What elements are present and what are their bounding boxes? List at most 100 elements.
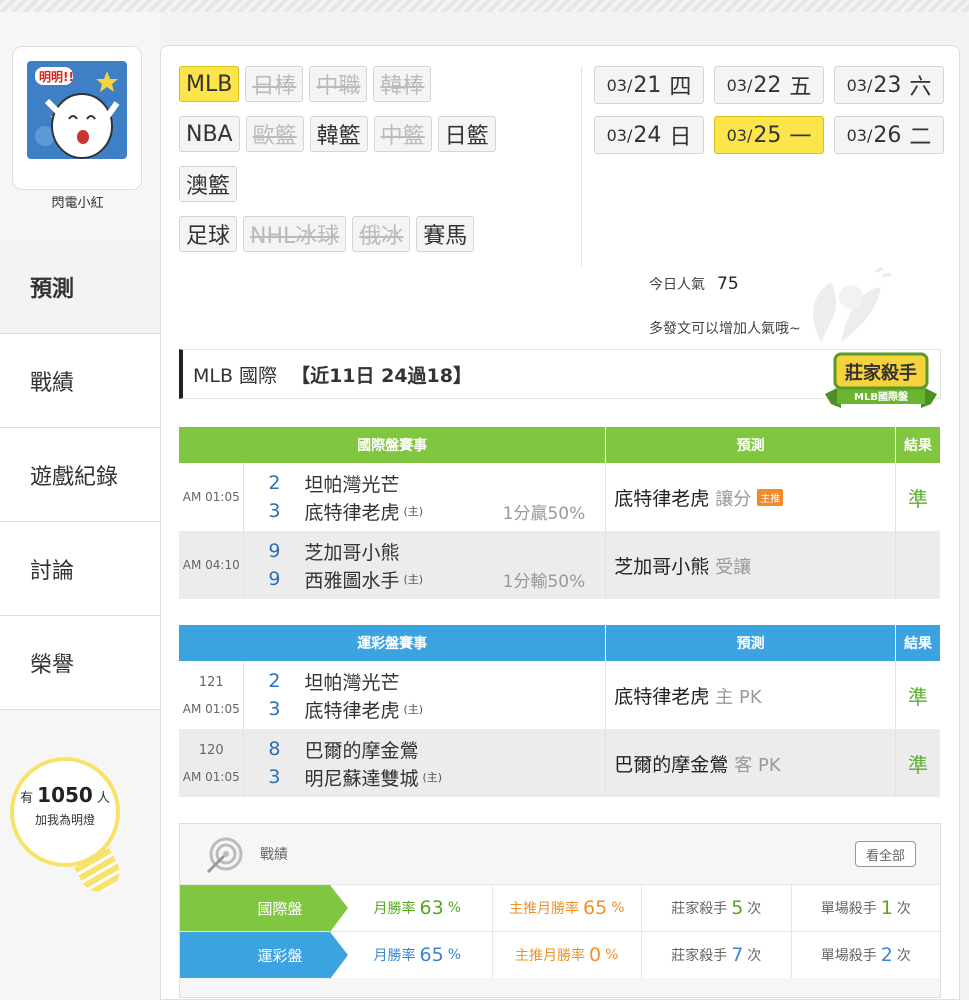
lottery-header-games: 運彩盤賽事: [179, 625, 607, 661]
month-label: 月勝率: [373, 901, 416, 917]
date-weekday: 四: [669, 75, 692, 100]
follow-bulb-button[interactable]: 有 1050 人 加我為明燈: [10, 757, 120, 867]
top-label: 主推月勝率: [515, 948, 586, 964]
league-filter-chip[interactable]: 澳籃: [179, 166, 238, 202]
game-time-cell: 121 AM 01:05: [179, 661, 245, 729]
away-score: 8: [268, 738, 281, 760]
menu-item-prediction[interactable]: 預測: [0, 240, 160, 334]
league-filter-chip: 日棒: [245, 66, 304, 102]
league-filter-chip[interactable]: MLB: [179, 66, 240, 102]
date-month: 03/: [846, 75, 873, 95]
single-value: 1: [880, 897, 893, 919]
section-league: MLB 國際: [193, 364, 278, 387]
side-menu: 預測 戰績 遊戲紀錄 討論 榮譽: [0, 240, 160, 710]
home-team[interactable]: 底特律老虎: [304, 498, 399, 525]
away-line: 2 坦帕灣光芒: [244, 469, 605, 497]
fairy-decoration-icon: [813, 266, 892, 342]
date-month: 03/: [726, 75, 753, 95]
result-cell: 準: [895, 729, 941, 797]
top-label: 主推月勝率: [509, 901, 579, 917]
date-day: 25: [753, 122, 782, 148]
pct: %: [447, 947, 461, 963]
league-filters: MLB 日棒 中職 韓棒 NBA 歐籃 韓籃 中籃 日籃 澳籃 足球 NHL冰球 俄冰 賽馬: [179, 66, 579, 266]
game-time-cell: AM 04:10: [179, 531, 245, 599]
menu-item-record[interactable]: 戰績: [0, 334, 160, 428]
times: 次: [896, 948, 911, 964]
popularity: 今日人氣 75: [649, 274, 739, 294]
month-label: 月勝率: [373, 948, 416, 964]
home-team[interactable]: 西雅圖水手: [304, 566, 399, 593]
pct: %: [611, 900, 625, 916]
prediction-team: 巴爾的摩金鶯: [614, 753, 729, 776]
result-cell: 準: [895, 463, 941, 531]
view-all-button[interactable]: 看全部: [854, 841, 916, 867]
date-button[interactable]: 03/26 二: [834, 116, 944, 154]
month-value: 65: [419, 944, 444, 966]
menu-item-game-log[interactable]: 遊戲紀錄: [0, 428, 160, 522]
avatar-card[interactable]: 明明!!: [12, 46, 142, 190]
fans-count: 1050: [37, 783, 93, 807]
menu-item-honor[interactable]: 榮譽: [0, 616, 160, 710]
league-filter-chip[interactable]: 韓籃: [309, 116, 368, 152]
game-time: AM 01:05: [182, 769, 240, 784]
intl-header-games: 國際盤賽事: [179, 427, 607, 463]
away-line: 9 芝加哥小熊: [244, 537, 605, 565]
home-mark: (主): [403, 703, 424, 716]
away-team[interactable]: 坦帕灣光芒: [304, 668, 399, 695]
home-line: 3 明尼蘇達雙城 (主): [244, 763, 605, 791]
away-team[interactable]: 巴爾的摩金鶯: [304, 736, 418, 763]
away-score: 2: [268, 670, 281, 692]
month-win-rate: 月勝率 65%: [330, 932, 492, 978]
home-team[interactable]: 底特律老虎: [304, 696, 399, 723]
league-filter-chip[interactable]: 賽馬: [416, 216, 475, 252]
badge-title: 莊家殺手: [845, 362, 917, 384]
date-day: 23: [873, 72, 902, 98]
league-filter-chip[interactable]: 足球: [179, 216, 238, 252]
league-filter-chip[interactable]: 日籃: [437, 116, 496, 152]
home-team[interactable]: 明尼蘇達雙城: [304, 764, 418, 791]
section-record: 【近11日 24過18】: [291, 364, 472, 387]
league-filter-chip[interactable]: NBA: [179, 116, 240, 152]
top-pick-win-rate: 主推月勝率 65%: [491, 885, 642, 931]
intl-header-result: 結果: [895, 427, 941, 463]
username[interactable]: 閃電小紅: [0, 192, 155, 211]
times: 次: [747, 948, 762, 964]
fans-prefix: 有: [20, 791, 34, 806]
away-team[interactable]: 芝加哥小熊: [304, 538, 399, 565]
menu-item-discussion[interactable]: 討論: [0, 522, 160, 616]
date-selector: 03/21 四 03/22 五 03/23 六 03/24 日 03/25 一 03/26 二: [594, 66, 954, 154]
away-score: 2: [268, 472, 281, 494]
killer-label: 莊家殺手: [671, 901, 728, 917]
home-mark: (主): [422, 771, 443, 784]
lottery-table: 運彩盤賽事 預測 結果 121 AM 01:05 2 坦帕灣光芒 3 底特律老虎 (主) 底特…: [179, 625, 941, 797]
follow-label: 加我為明燈: [34, 813, 95, 827]
date-button[interactable]: 03/25 一: [714, 116, 824, 154]
result-cell: [895, 531, 941, 599]
table-row: AM 04:10 9 芝加哥小熊 9 西雅圖水手 (主) 1分輸50% 芝加哥小熊 受讓: [179, 531, 941, 599]
date-button[interactable]: 03/22 五: [714, 66, 824, 104]
date-weekday: 六: [909, 75, 932, 100]
date-day: 22: [753, 72, 782, 98]
game-time: AM 04:10: [182, 558, 240, 572]
matchup-cell: 9 芝加哥小熊 9 西雅圖水手 (主) 1分輸50%: [243, 531, 607, 599]
table-row: 121 AM 01:05 2 坦帕灣光芒 3 底特律老虎 (主) 底特律老虎主 PK 準: [179, 661, 941, 729]
fans-suffix: 人: [96, 791, 110, 806]
date-month: 03/: [606, 75, 633, 95]
top-border: [0, 0, 969, 12]
home-mark: (主): [403, 573, 424, 586]
top-pick-win-rate: 主推月勝率 0%: [491, 932, 642, 978]
stats-row: 國際盤 月勝率 63% 主推月勝率 65% 莊家殺手 5 次單場殺手 1 次: [180, 884, 940, 932]
date-day: 24: [633, 122, 662, 148]
date-button[interactable]: 03/24 日: [594, 116, 704, 154]
avatar[interactable]: 明明!!: [27, 61, 127, 159]
month-win-rate: 月勝率 63%: [330, 885, 492, 931]
away-team[interactable]: 坦帕灣光芒: [304, 470, 399, 497]
prediction-cell: 底特律老虎 讓分 主推: [605, 463, 896, 531]
top-value: 65: [583, 897, 608, 919]
league-filter-chip: 俄冰: [352, 216, 411, 252]
date-button[interactable]: 03/23 六: [834, 66, 944, 104]
prediction-type: 受讓: [715, 556, 752, 578]
stats-row: 運彩盤 月勝率 65% 主推月勝率 0% 莊家殺手 7 次單場殺手 2 次: [180, 931, 940, 979]
killer-value: 7: [731, 944, 744, 966]
date-button[interactable]: 03/21 四: [594, 66, 704, 104]
